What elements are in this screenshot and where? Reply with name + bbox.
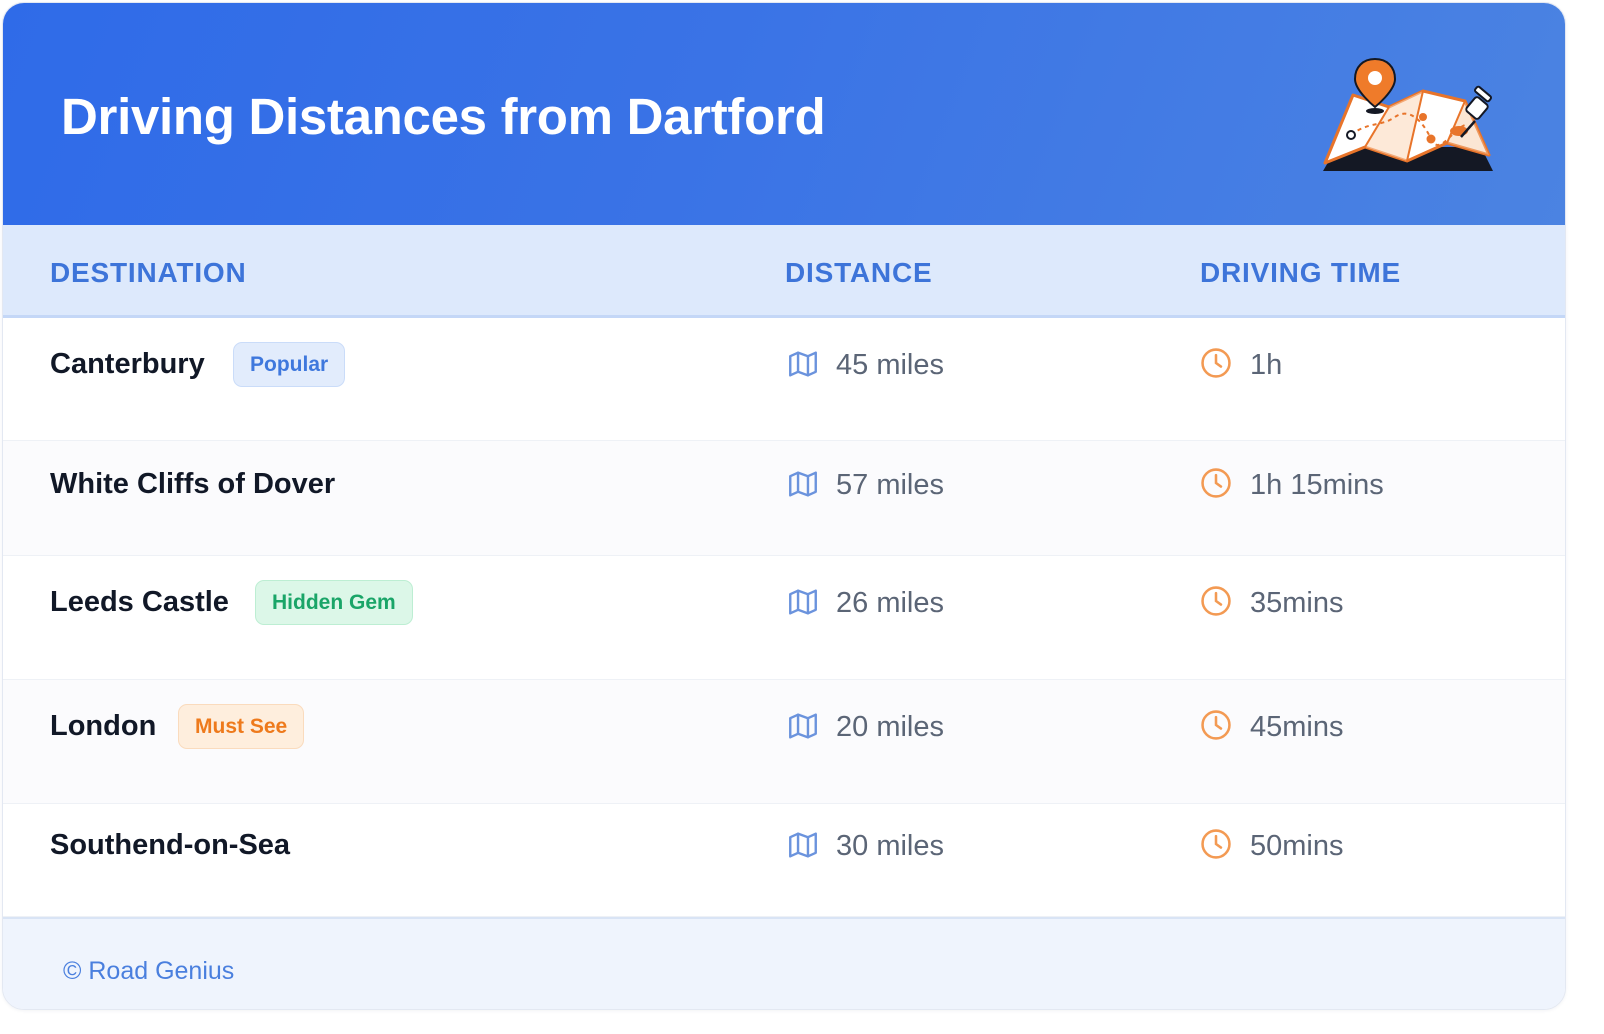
card-header: Driving Distances from Dartford xyxy=(3,3,1565,225)
destination-badge: Must See xyxy=(178,704,305,749)
page-title: Driving Distances from Dartford xyxy=(61,88,826,145)
driving-time-value: 1h 15mins xyxy=(1250,469,1384,501)
clock-icon xyxy=(1199,466,1233,500)
driving-time-value: 1h xyxy=(1250,349,1283,381)
map-icon xyxy=(786,347,820,381)
destination-name: Leeds Castle xyxy=(50,586,229,618)
driving-time-value: 45mins xyxy=(1250,711,1344,743)
destination-name: White Cliffs of Dover xyxy=(50,468,336,500)
clock-icon xyxy=(1199,584,1233,618)
driving-time-value: 50mins xyxy=(1250,830,1344,862)
footer-credit: © Road Genius xyxy=(63,957,235,985)
driving-time-value: 35mins xyxy=(1250,587,1344,619)
distance-value: 26 miles xyxy=(836,587,944,619)
column-header-distance: DISTANCE xyxy=(785,257,933,288)
map-illustration-icon xyxy=(1323,57,1493,171)
table-row: Canterbury Popular 45 miles 1h xyxy=(3,318,1565,441)
column-header-driving-time: DRIVING TIME xyxy=(1200,257,1401,288)
table-row: Southend-on-Sea 30 miles 50mins xyxy=(3,804,1565,917)
map-icon xyxy=(786,585,820,619)
clock-icon xyxy=(1199,708,1233,742)
clock-icon xyxy=(1199,346,1233,380)
table-row: London Must See 20 miles 45mins xyxy=(3,680,1565,804)
map-icon xyxy=(786,467,820,501)
distance-value: 45 miles xyxy=(836,349,944,381)
clock-icon xyxy=(1199,827,1233,861)
table-row: White Cliffs of Dover 57 miles 1h 15mins xyxy=(3,441,1565,556)
card-footer: © Road Genius xyxy=(3,917,1565,1009)
destination-badge: Hidden Gem xyxy=(255,580,413,625)
distance-value: 57 miles xyxy=(836,469,944,501)
destination-badge: Popular xyxy=(233,342,346,387)
map-icon xyxy=(786,709,820,743)
table-row: Leeds Castle Hidden Gem 26 miles 35mins xyxy=(3,556,1565,680)
destination-name: Canterbury xyxy=(50,348,205,380)
destination-name: Southend-on-Sea xyxy=(50,829,291,861)
distance-value: 30 miles xyxy=(836,830,944,862)
distance-value: 20 miles xyxy=(836,711,944,743)
column-header-destination: DESTINATION xyxy=(50,257,247,288)
driving-distances-card: Driving Distances from Dartford DESTINAT… xyxy=(2,2,1566,1010)
destination-name: London xyxy=(50,710,157,742)
table-header: DESTINATION DISTANCE DRIVING TIME xyxy=(3,225,1565,318)
map-icon xyxy=(786,828,820,862)
